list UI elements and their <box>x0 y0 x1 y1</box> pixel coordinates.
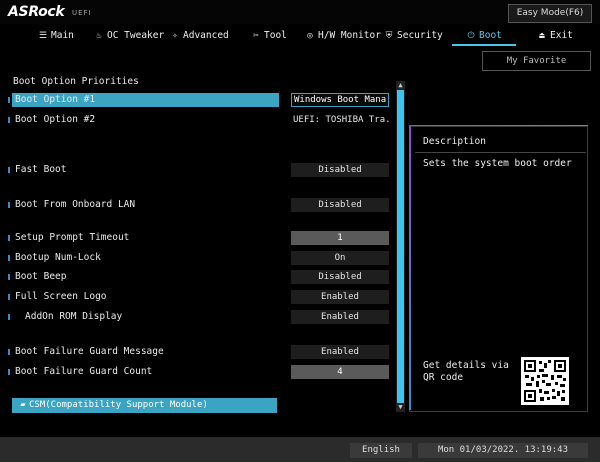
tab-oc-tweaker[interactable]: ♨ OC Tweaker <box>94 27 164 45</box>
shield-icon: ⛨ <box>385 31 393 41</box>
scroll-down-arrow-icon[interactable]: ▼ <box>396 403 405 412</box>
description-panel-accent <box>409 125 588 126</box>
row-bullet <box>8 255 10 261</box>
qr-code-icon <box>521 357 569 405</box>
star-icon: ✧ <box>172 31 178 41</box>
boot-beep-value[interactable]: Disabled <box>291 270 389 284</box>
flame-icon: ♨ <box>96 31 102 41</box>
addon-rom-display-label[interactable]: AddOn ROM Display <box>25 310 122 324</box>
scrollbar-thumb[interactable] <box>397 90 404 403</box>
description-text: Sets the system boot order <box>423 158 572 169</box>
row-bullet <box>8 369 10 375</box>
boot-option-2-value[interactable]: UEFI: TOSHIBA Tra... <box>291 113 391 127</box>
boot-failure-guard-count-label[interactable]: Boot Failure Guard Count <box>15 365 152 379</box>
full-screen-logo-value[interactable]: Enabled <box>291 290 389 304</box>
description-title: Description <box>423 136 486 147</box>
boot-option-1-label[interactable]: Boot Option #1 <box>15 93 95 107</box>
tab-boot[interactable]: ⏻ Boot <box>466 27 501 45</box>
setup-prompt-timeout-input[interactable]: 1 <box>291 231 389 245</box>
boot-option-priorities-heading: Boot Option Priorities <box>13 76 139 87</box>
row-bullet <box>8 167 10 173</box>
row-bullet <box>8 294 10 300</box>
bootup-numlock-value[interactable]: On <box>291 251 389 265</box>
row-bullet <box>8 97 10 103</box>
list-icon: ☰ <box>38 31 48 41</box>
csm-submenu[interactable]: ▰ CSM(Compatibility Support Module) <box>12 398 277 413</box>
row-bullet <box>8 235 10 241</box>
uefi-label: UEFI <box>72 9 92 17</box>
addon-rom-display-value[interactable]: Enabled <box>291 310 389 324</box>
tab-hw-monitor[interactable]: ◎ H/W Monitor <box>305 27 381 45</box>
boot-failure-guard-count-input[interactable]: 4 <box>291 365 389 379</box>
csm-label: CSM(Compatibility Support Module) <box>29 400 208 410</box>
scroll-up-arrow-icon[interactable]: ▲ <box>396 81 405 90</box>
wrench-icon: ✂ <box>253 31 259 41</box>
boot-option-1-value[interactable]: Windows Boot Mana... <box>291 93 389 107</box>
fast-boot-value[interactable]: Disabled <box>291 163 389 177</box>
tab-tool[interactable]: ✂ Tool <box>251 27 287 45</box>
folder-icon: ▰ <box>20 400 26 410</box>
row-bullet <box>8 349 10 355</box>
easy-mode-button[interactable]: Easy Mode(F6) <box>508 4 592 23</box>
boot-failure-guard-message-value[interactable]: Enabled <box>291 345 389 359</box>
bootup-numlock-label[interactable]: Bootup Num-Lock <box>15 251 101 265</box>
row-bullet <box>8 274 10 280</box>
tab-security[interactable]: ⛨ Security <box>384 27 443 45</box>
menu-bar: ☰ Main ♨ OC Tweaker ✧ Advanced ✂ Tool ◎ H/W M… <box>0 24 600 46</box>
power-icon: ⏻ <box>467 31 475 41</box>
my-favorite-button[interactable]: My Favorite <box>482 51 591 71</box>
boot-from-lan-label[interactable]: Boot From Onboard LAN <box>15 198 135 212</box>
row-bullet <box>8 202 10 208</box>
language-selector[interactable]: English <box>350 443 412 458</box>
row-bullet <box>8 314 10 320</box>
exit-door-icon: ⏏ <box>539 31 545 41</box>
boot-beep-label[interactable]: Boot Beep <box>15 270 66 284</box>
fast-boot-label[interactable]: Fast Boot <box>15 163 66 177</box>
qr-hint-text: Get details via QR code <box>423 360 509 383</box>
tab-exit[interactable]: ⏏ Exit <box>537 27 573 45</box>
tab-main[interactable]: ☰ Main <box>38 27 74 45</box>
setup-prompt-timeout-label[interactable]: Setup Prompt Timeout <box>15 231 129 245</box>
active-tab-indicator <box>452 44 516 46</box>
monitor-icon: ◎ <box>307 31 313 41</box>
boot-from-lan-value[interactable]: Disabled <box>291 198 389 212</box>
tab-advanced[interactable]: ✧ Advanced <box>170 27 228 45</box>
row-bullet <box>8 117 10 123</box>
date-time-display: Mon 01/03/2022. 13:19:43 <box>418 443 588 458</box>
description-panel-accent <box>409 126 411 410</box>
boot-failure-guard-message-label[interactable]: Boot Failure Guard Message <box>15 345 164 359</box>
asrock-logo: ASRock <box>8 4 65 20</box>
full-screen-logo-label[interactable]: Full Screen Logo <box>15 290 107 304</box>
boot-option-2-label[interactable]: Boot Option #2 <box>15 113 95 127</box>
description-divider <box>415 152 586 153</box>
